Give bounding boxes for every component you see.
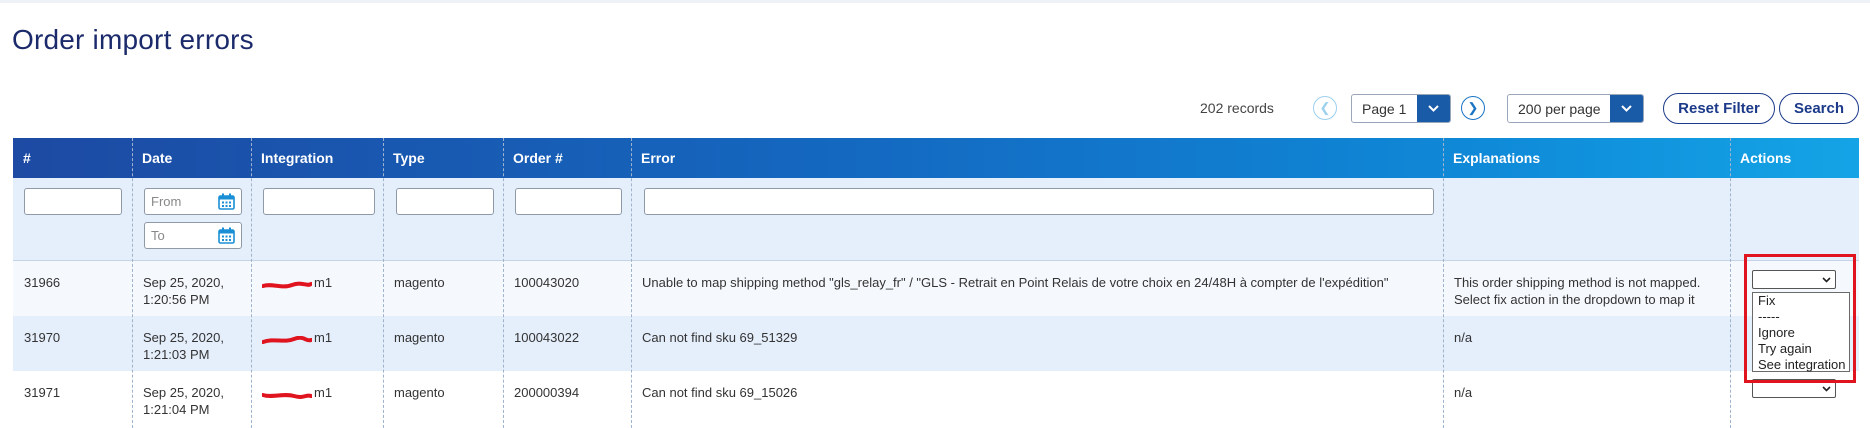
page-select[interactable]: Page 1 xyxy=(1351,94,1451,123)
error-filter-input[interactable] xyxy=(644,188,1434,215)
row-integration: m1 xyxy=(262,329,342,346)
column-divider xyxy=(132,138,133,428)
records-count: 202 records xyxy=(1200,100,1274,116)
annotation-highlight-box xyxy=(1744,254,1856,383)
id-filter-input[interactable] xyxy=(24,188,122,215)
reset-filter-button[interactable]: Reset Filter xyxy=(1663,93,1775,124)
date-to-placeholder: To xyxy=(151,228,165,243)
column-divider xyxy=(1730,138,1731,428)
column-divider xyxy=(251,138,252,428)
column-header-type[interactable]: Type xyxy=(383,138,503,178)
row-order: 200000394 xyxy=(514,385,580,400)
per-page-select[interactable]: 200 per page xyxy=(1507,94,1644,123)
column-header-id[interactable]: # xyxy=(13,138,132,178)
column-divider xyxy=(1443,138,1444,428)
column-divider xyxy=(503,138,504,428)
redaction-mark xyxy=(262,336,312,344)
column-header-error[interactable]: Error xyxy=(631,138,1443,178)
calendar-icon[interactable] xyxy=(218,227,235,244)
date-from-input[interactable]: From xyxy=(144,188,242,215)
row-date-line2: 1:21:03 PM xyxy=(143,347,210,362)
chevron-down-icon xyxy=(1417,95,1450,122)
previous-page-button[interactable]: ❮ xyxy=(1313,96,1337,120)
table-row: 31971 Sep 25, 2020, 1:21:04 PM m1 magent… xyxy=(13,371,1859,426)
table-header: # Date Integration Type Order # Error Ex… xyxy=(13,138,1859,178)
row-date-line2: 1:21:04 PM xyxy=(143,402,210,417)
row-explanation-line2: Select fix action in the dropdown to map… xyxy=(1454,292,1695,307)
row-explanation-line1: This order shipping method is not mapped… xyxy=(1454,275,1701,290)
row-date-line1: Sep 25, 2020, xyxy=(143,275,224,290)
redaction-mark xyxy=(262,281,312,289)
next-page-button[interactable]: ❯ xyxy=(1461,96,1485,120)
search-button[interactable]: Search xyxy=(1779,93,1859,124)
chevron-down-icon xyxy=(1822,385,1831,392)
column-divider xyxy=(383,138,384,428)
type-filter-input[interactable] xyxy=(396,188,494,215)
row-date-line1: Sep 25, 2020, xyxy=(143,385,224,400)
row-order: 100043020 xyxy=(514,275,580,290)
page-select-value: Page 1 xyxy=(1362,100,1407,117)
filter-row: From To xyxy=(13,178,1859,261)
row-type: magento xyxy=(394,385,445,400)
row-date: Sep 25, 2020, 1:21:04 PM xyxy=(143,384,224,418)
row-id: 31966 xyxy=(24,275,61,290)
row-date: Sep 25, 2020, 1:21:03 PM xyxy=(143,329,224,363)
column-header-explanations: Explanations xyxy=(1453,150,1541,166)
row-explanation: This order shipping method is not mapped… xyxy=(1454,274,1700,308)
top-border xyxy=(0,0,1870,3)
order-filter-input[interactable] xyxy=(515,188,622,215)
column-divider xyxy=(631,138,632,428)
row-date-line2: 1:20:56 PM xyxy=(143,292,210,307)
column-header-integration[interactable]: Integration xyxy=(251,138,383,178)
per-page-select-value: 200 per page xyxy=(1518,100,1601,117)
table-row: 31966 Sep 25, 2020, 1:20:56 PM m1 magent… xyxy=(13,261,1859,316)
row-error: Can not find sku 69_51329 xyxy=(642,330,798,345)
column-header-date[interactable]: Date xyxy=(132,138,251,178)
date-from-placeholder: From xyxy=(151,194,182,209)
date-to-input[interactable]: To xyxy=(144,222,242,249)
integration-filter-input[interactable] xyxy=(263,188,375,215)
row-order: 100043022 xyxy=(514,330,580,345)
row-id: 31970 xyxy=(24,330,61,345)
column-header-actions: Actions xyxy=(1740,150,1792,166)
row-explanation: n/a xyxy=(1454,385,1473,400)
chevron-down-icon xyxy=(1610,95,1643,122)
row-integration: m1 xyxy=(262,274,342,291)
column-header-order[interactable]: Order # xyxy=(503,138,631,178)
page-title: Order import errors xyxy=(12,24,254,55)
row-date-line1: Sep 25, 2020, xyxy=(143,330,224,345)
row-type: magento xyxy=(394,330,445,345)
row-date: Sep 25, 2020, 1:20:56 PM xyxy=(143,274,224,308)
row-id: 31971 xyxy=(24,385,61,400)
chevron-right-icon: ❯ xyxy=(1467,100,1479,115)
row-integration: m1 xyxy=(262,384,342,401)
row-error: Can not find sku 69_15026 xyxy=(642,385,798,400)
redaction-mark xyxy=(262,393,312,399)
calendar-icon[interactable] xyxy=(218,193,235,210)
chevron-left-icon: ❮ xyxy=(1319,100,1331,115)
row-type: magento xyxy=(394,275,445,290)
row-explanation: n/a xyxy=(1454,330,1473,345)
table-row: 31970 Sep 25, 2020, 1:21:03 PM m1 magent… xyxy=(13,316,1859,371)
row-error: Unable to map shipping method "gls_relay… xyxy=(642,275,1389,290)
